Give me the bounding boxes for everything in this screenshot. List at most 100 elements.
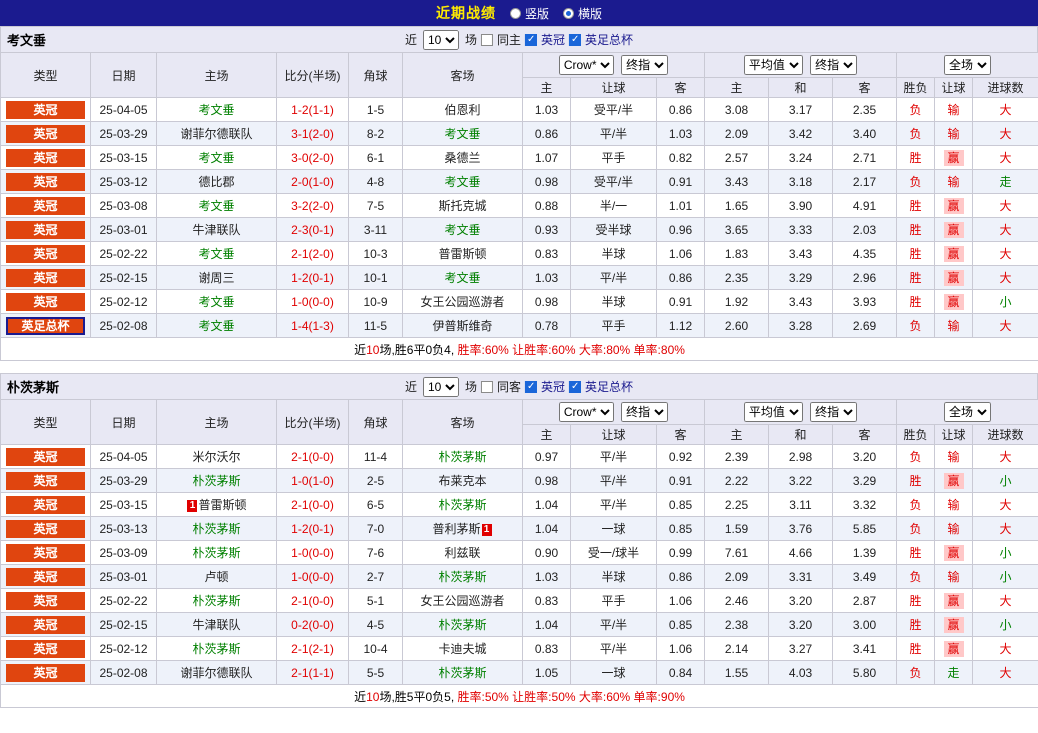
- home-team-cell[interactable]: 考文垂: [156, 97, 277, 122]
- bookmaker-select[interactable]: Crow*: [558, 55, 614, 75]
- home-team-cell[interactable]: 考文垂: [156, 145, 277, 170]
- away-team-cell[interactable]: 伊普斯维奇: [402, 313, 523, 338]
- league-type-badge[interactable]: 英冠: [6, 639, 85, 658]
- score-cell[interactable]: 1-2(1-1): [276, 97, 349, 122]
- home-team-cell[interactable]: 考文垂: [156, 241, 277, 266]
- home-team-cell[interactable]: 考文垂: [156, 289, 277, 314]
- euro-index-select[interactable]: 终指: [810, 402, 858, 422]
- league-type-badge[interactable]: 英冠: [6, 196, 85, 215]
- bookmaker-select[interactable]: Crow*: [558, 402, 614, 422]
- away-team-cell[interactable]: 普利茅斯 1: [402, 516, 523, 541]
- away-team-cell[interactable]: 斯托克城: [402, 193, 523, 218]
- average-select[interactable]: 平均值: [743, 55, 803, 75]
- home-team-cell[interactable]: 谢菲尔德联队: [156, 660, 277, 685]
- league-type-badge[interactable]: 英冠: [6, 519, 85, 538]
- away-team-cell[interactable]: 伯恩利: [402, 97, 523, 122]
- away-team-cell[interactable]: 桑德兰: [402, 145, 523, 170]
- home-team-cell[interactable]: 德比郡: [156, 169, 277, 194]
- home-team-cell[interactable]: 牛津联队: [156, 612, 277, 637]
- away-team-cell[interactable]: 考文垂: [402, 169, 523, 194]
- score-cell[interactable]: 0-2(0-0): [276, 612, 349, 637]
- score-cell[interactable]: 2-1(2-1): [276, 636, 349, 661]
- radio-horizontal-layout[interactable]: 横版: [563, 5, 602, 22]
- score-cell[interactable]: 1-0(0-0): [276, 289, 349, 314]
- away-team-cell[interactable]: 朴茨茅斯: [402, 444, 523, 469]
- league-type-badge[interactable]: 英冠: [6, 471, 85, 490]
- league-type-badge[interactable]: 英冠: [6, 591, 85, 610]
- league-type-badge[interactable]: 英冠: [6, 663, 85, 682]
- away-team-cell[interactable]: 朴茨茅斯: [402, 660, 523, 685]
- away-team-cell[interactable]: 普雷斯顿: [402, 241, 523, 266]
- league-type-badge[interactable]: 英冠: [6, 124, 85, 143]
- score-cell[interactable]: 2-3(0-1): [276, 217, 349, 242]
- asian-index-select[interactable]: 终指: [621, 402, 669, 422]
- home-team-cell[interactable]: 朴茨茅斯: [156, 636, 277, 661]
- score-cell[interactable]: 1-2(0-1): [276, 265, 349, 290]
- league-type-badge[interactable]: 英冠: [6, 495, 85, 514]
- away-team-cell[interactable]: 利兹联: [402, 540, 523, 565]
- league-checkbox[interactable]: [525, 380, 538, 393]
- score-cell[interactable]: 1-4(1-3): [276, 313, 349, 338]
- recent-count-select[interactable]: 10: [422, 376, 459, 397]
- home-team-cell[interactable]: 朴茨茅斯: [156, 588, 277, 613]
- score-cell[interactable]: 1-2(0-1): [276, 516, 349, 541]
- full-match-select[interactable]: 全场: [944, 55, 992, 75]
- league-checkbox[interactable]: [525, 33, 538, 46]
- score-cell[interactable]: 1-0(1-0): [276, 468, 349, 493]
- away-team-cell[interactable]: 朴茨茅斯: [402, 492, 523, 517]
- home-team-cell[interactable]: 1 普雷斯顿: [156, 492, 277, 517]
- score-cell[interactable]: 2-0(1-0): [276, 169, 349, 194]
- league-type-badge[interactable]: 英冠: [6, 543, 85, 562]
- home-team-cell[interactable]: 朴茨茅斯: [156, 540, 277, 565]
- away-team-cell[interactable]: 布莱克本: [402, 468, 523, 493]
- away-team-cell[interactable]: 考文垂: [402, 217, 523, 242]
- asian-index-select[interactable]: 终指: [621, 55, 669, 75]
- away-team-cell[interactable]: 女王公园巡游者: [402, 289, 523, 314]
- same-venue-checkbox[interactable]: [480, 380, 493, 393]
- home-team-cell[interactable]: 朴茨茅斯: [156, 516, 277, 541]
- radio-vertical-layout[interactable]: 竖版: [509, 5, 549, 22]
- score-cell[interactable]: 3-2(2-0): [276, 193, 349, 218]
- same-venue-checkbox[interactable]: [480, 33, 493, 46]
- away-team-cell[interactable]: 卡迪夫城: [402, 636, 523, 661]
- league-type-badge[interactable]: 英冠: [6, 567, 85, 586]
- score-cell[interactable]: 1-0(0-0): [276, 540, 349, 565]
- home-team-cell[interactable]: 谢菲尔德联队: [156, 121, 277, 146]
- score-cell[interactable]: 2-1(0-0): [276, 444, 349, 469]
- full-match-select[interactable]: 全场: [944, 402, 992, 422]
- score-cell[interactable]: 1-0(0-0): [276, 564, 349, 589]
- cup-checkbox[interactable]: [569, 380, 582, 393]
- away-team-cell[interactable]: 女王公园巡游者: [402, 588, 523, 613]
- score-cell[interactable]: 3-0(2-0): [276, 145, 349, 170]
- league-type-badge[interactable]: 英足总杯: [6, 316, 85, 335]
- away-team-cell[interactable]: 朴茨茅斯: [402, 564, 523, 589]
- home-team-cell[interactable]: 谢周三: [156, 265, 277, 290]
- league-type-badge[interactable]: 英冠: [6, 615, 85, 634]
- score-cell[interactable]: 3-1(2-0): [276, 121, 349, 146]
- score-cell[interactable]: 2-1(0-0): [276, 588, 349, 613]
- home-team-cell[interactable]: 卢顿: [156, 564, 277, 589]
- average-select[interactable]: 平均值: [743, 402, 803, 422]
- home-team-cell[interactable]: 考文垂: [156, 313, 277, 338]
- score-cell[interactable]: 2-1(0-0): [276, 492, 349, 517]
- league-type-badge[interactable]: 英冠: [6, 220, 85, 239]
- away-team-cell[interactable]: 考文垂: [402, 265, 523, 290]
- score-cell[interactable]: 2-1(2-0): [276, 241, 349, 266]
- home-team-cell[interactable]: 米尔沃尔: [156, 444, 277, 469]
- home-team-cell[interactable]: 朴茨茅斯: [156, 468, 277, 493]
- league-type-badge[interactable]: 英冠: [6, 292, 85, 311]
- home-team-cell[interactable]: 考文垂: [156, 193, 277, 218]
- league-type-badge[interactable]: 英冠: [6, 447, 85, 466]
- cup-checkbox[interactable]: [569, 33, 582, 46]
- league-type-badge[interactable]: 英冠: [6, 244, 85, 263]
- league-type-badge[interactable]: 英冠: [6, 148, 85, 167]
- away-team-cell[interactable]: 考文垂: [402, 121, 523, 146]
- score-cell[interactable]: 2-1(1-1): [276, 660, 349, 685]
- away-team-cell[interactable]: 朴茨茅斯: [402, 612, 523, 637]
- league-type-badge[interactable]: 英冠: [6, 172, 85, 191]
- league-type-badge[interactable]: 英冠: [6, 268, 85, 287]
- league-type-badge[interactable]: 英冠: [6, 100, 85, 119]
- recent-count-select[interactable]: 10: [422, 29, 459, 50]
- euro-index-select[interactable]: 终指: [810, 55, 858, 75]
- home-team-cell[interactable]: 牛津联队: [156, 217, 277, 242]
